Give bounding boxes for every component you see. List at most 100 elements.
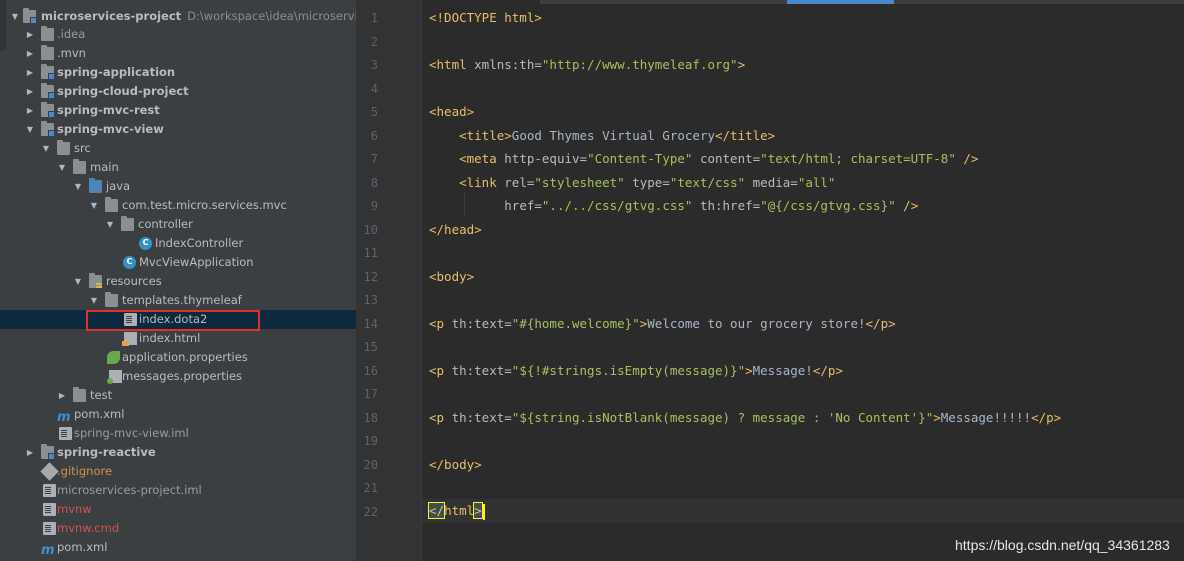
line-number: 6: [370, 129, 378, 143]
tree-item-application-properties[interactable]: application.properties: [0, 348, 356, 367]
code-line-18: <p th:text="${string.isNotBlank(message)…: [429, 408, 1061, 428]
tree-item-idea[interactable]: ▶ .idea: [0, 25, 356, 44]
line-number: 18: [363, 411, 378, 425]
tree-item-label: spring-cloud-project: [57, 84, 189, 98]
line-number: 16: [363, 364, 378, 378]
line-number: 21: [363, 481, 378, 495]
chevron-down-icon[interactable]: ▼: [25, 120, 35, 139]
code-token: th:href: [699, 198, 753, 213]
tree-item-spring-application[interactable]: ▶ spring-application: [0, 63, 356, 82]
tree-item-mvn[interactable]: ▶ .mvn: [0, 44, 356, 63]
chevron-down-icon[interactable]: ▼: [41, 139, 51, 158]
code-line-10: </head>: [429, 220, 482, 240]
chevron-down-icon[interactable]: ▼: [89, 196, 99, 215]
tree-item-index-html[interactable]: index.html: [0, 329, 356, 348]
code-line-16: <p th:text="${!#strings.isEmpty(message)…: [429, 361, 843, 381]
chevron-down-icon[interactable]: ▼: [57, 158, 67, 177]
chevron-right-icon[interactable]: ▶: [25, 44, 35, 63]
code-token: rel: [504, 175, 527, 190]
tree-item-label: .mvn: [57, 46, 86, 60]
code-token: >: [745, 363, 753, 378]
properties-file-icon: [107, 370, 122, 384]
code-token: http-equiv: [504, 151, 580, 166]
tree-item-package[interactable]: ▼ com.test.micro.services.mvc: [0, 196, 356, 215]
code-token: Message!: [752, 363, 813, 378]
code-token: content: [699, 151, 753, 166]
tree-item-spring-mvc-view[interactable]: ▼ spring-mvc-view: [0, 120, 356, 139]
line-number: 12: [363, 270, 378, 284]
tree-item-mvnw-cmd[interactable]: mvnw.cmd: [0, 519, 356, 538]
line-number: 13: [363, 293, 378, 307]
tab-active[interactable]: [787, 0, 894, 4]
tree-item-mvcviewapplication[interactable]: C MvcViewApplication: [0, 253, 356, 272]
chevron-down-icon[interactable]: ▼: [73, 177, 83, 196]
code-token: media: [752, 175, 791, 190]
tree-item-pom-module[interactable]: m pom.xml: [0, 405, 356, 425]
code-token: "../../css/gtvg.css": [541, 198, 693, 213]
tree-item-spring-cloud-project[interactable]: ▶ spring-cloud-project: [0, 82, 356, 101]
tree-item-spring-reactive[interactable]: ▶ spring-reactive: [0, 443, 356, 462]
tree-item-main[interactable]: ▼ main: [0, 158, 356, 177]
maven-icon: m: [41, 543, 55, 558]
iml-file-icon: [59, 427, 72, 440]
tree-item-pom-root[interactable]: m pom.xml: [0, 538, 356, 558]
code-token: <p: [429, 410, 452, 425]
tree-item-mvnw[interactable]: mvnw: [0, 500, 356, 519]
code-token: />: [895, 198, 919, 213]
line-number: 2: [370, 35, 378, 49]
module-folder-icon: [41, 83, 55, 99]
tree-item-indexcontroller[interactable]: C IndexController: [0, 234, 356, 253]
tree-item-src[interactable]: ▼ src: [0, 139, 356, 158]
chevron-right-icon[interactable]: ▶: [25, 25, 35, 44]
code-token: "http://www.thymeleaf.org": [541, 57, 738, 72]
tree-item-java[interactable]: ▼ java: [0, 177, 356, 196]
code-token: <p: [429, 363, 452, 378]
folder-icon: [73, 387, 86, 402]
tree-item-test[interactable]: ▶ test: [0, 386, 356, 405]
code-token: </body>: [429, 457, 482, 472]
package-icon: [105, 197, 118, 212]
code-token: html: [444, 503, 475, 518]
tree-item-resources[interactable]: ▼ resources: [0, 272, 356, 291]
tree-item-messages-properties[interactable]: messages.properties: [0, 367, 356, 386]
chevron-down-icon[interactable]: ▼: [10, 7, 20, 26]
tree-item-label: spring-reactive: [57, 445, 156, 459]
chevron-down-icon[interactable]: ▼: [73, 272, 83, 291]
chevron-down-icon[interactable]: ▼: [105, 215, 115, 234]
tree-item-controller[interactable]: ▼ controller: [0, 215, 356, 234]
chevron-down-icon[interactable]: ▼: [89, 291, 99, 310]
iml-file-icon: [43, 484, 56, 497]
doctype: <!DOCTYPE html>: [429, 10, 542, 25]
code-line-22: </html>: [427, 501, 485, 521]
tree-item-gitignore[interactable]: .gitignore: [0, 462, 356, 481]
tree-item-spring-mvc-rest[interactable]: ▶ spring-mvc-rest: [0, 101, 356, 120]
chevron-right-icon[interactable]: ▶: [25, 443, 35, 462]
code-token: href: [504, 198, 535, 213]
code-line-20: </body>: [429, 455, 482, 475]
tree-item-root[interactable]: ▼ microservices-project D:\workspace\idea…: [0, 7, 356, 26]
line-number: 10: [363, 223, 378, 237]
folder-icon: [41, 26, 54, 41]
tree-item-label: resources: [106, 274, 162, 288]
tree-item-project-iml[interactable]: microservices-project.iml: [0, 481, 356, 500]
chevron-right-icon[interactable]: ▶: [25, 101, 35, 120]
line-number: 7: [370, 152, 378, 166]
code-line-14: <p th:text="#{home.welcome}">Welcome to …: [429, 314, 896, 334]
chevron-right-icon[interactable]: ▶: [25, 63, 35, 82]
tree-item-iml-module[interactable]: spring-mvc-view.iml: [0, 424, 356, 443]
line-number: 5: [370, 105, 378, 119]
line-number: 11: [363, 246, 378, 260]
module-folder-icon: [23, 8, 37, 24]
folder-icon: [57, 140, 70, 155]
package-icon: [121, 216, 134, 231]
chevron-right-icon[interactable]: ▶: [57, 386, 67, 405]
tree-item-templates[interactable]: ▼ templates.thymeleaf: [0, 291, 356, 310]
code-token: <body>: [429, 269, 475, 284]
tree-item-label: pom.xml: [57, 540, 108, 554]
chevron-right-icon[interactable]: ▶: [25, 82, 35, 101]
code-token: <title>: [429, 128, 512, 143]
tree-item-label: controller: [138, 217, 193, 231]
line-number: 1: [370, 11, 378, 25]
